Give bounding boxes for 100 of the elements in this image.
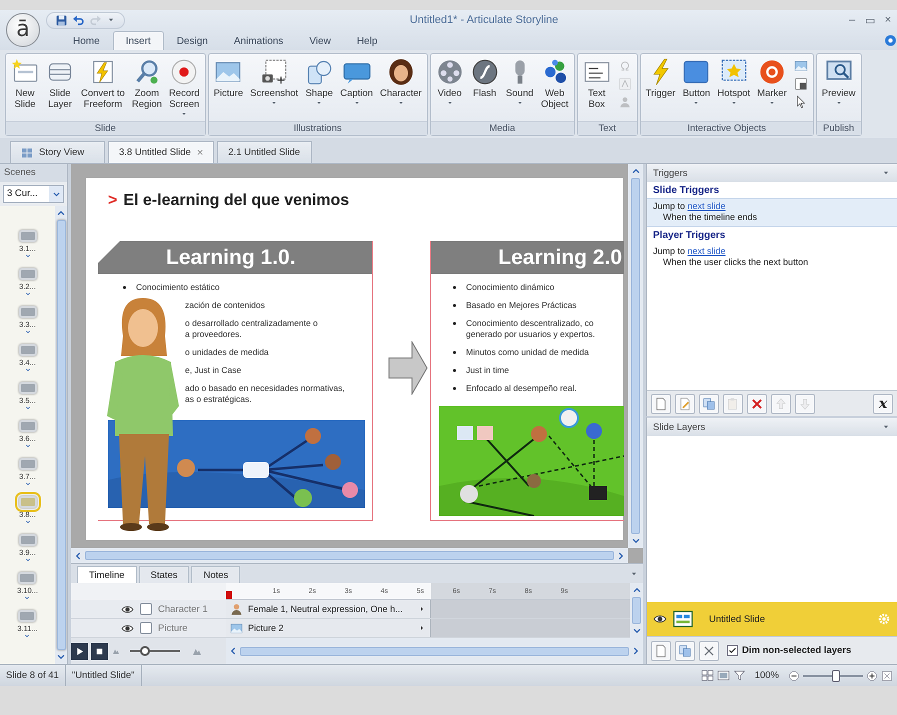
timeline-bar[interactable]: Female 1, Neutral expression, One h...	[226, 600, 431, 618]
scroll-up-icon	[630, 166, 640, 176]
timeline-bar[interactable]: Picture 2	[226, 619, 431, 637]
group-label: Publish	[816, 121, 861, 135]
ribbon-tab[interactable]: Help	[344, 31, 390, 50]
slide-thumbnail[interactable]	[18, 610, 36, 622]
trigger-item[interactable]: Jump to next slide When the user clicks the next button	[647, 243, 897, 272]
zoom-in-icon	[866, 670, 878, 682]
minimize-button[interactable]: –	[843, 14, 861, 26]
slide-thumbnail[interactable]	[18, 572, 36, 584]
section-heading: Player Triggers	[652, 229, 726, 243]
marker-button[interactable]: Marker	[754, 57, 790, 108]
arrow-down-icon	[798, 396, 812, 410]
screenshot-button[interactable]: Screenshot	[247, 57, 302, 108]
copy-button[interactable]	[675, 640, 695, 660]
shape-button[interactable]: Shape	[302, 57, 336, 108]
card-title: Learning 2.0	[431, 241, 624, 274]
trigger-link[interactable]: next slide	[688, 201, 726, 211]
scene-dropdown[interactable]: 3 Cur...	[3, 185, 64, 203]
button-button[interactable]: Button	[679, 57, 714, 108]
zoom-out-button[interactable]	[788, 670, 800, 682]
state-button[interactable]	[794, 77, 808, 91]
ribbon-tab[interactable]: Home	[60, 31, 113, 50]
scroll-right-icon	[616, 550, 626, 560]
flash-button[interactable]: Flash	[468, 57, 502, 100]
trigger-button[interactable]: Trigger	[642, 57, 678, 100]
bullet-item: zación de contenidos	[184, 300, 266, 311]
redo-icon	[89, 14, 102, 26]
panel-tab[interactable]: States	[138, 566, 190, 583]
hotspot-button[interactable]: Hotspot	[714, 57, 754, 108]
textbox-button[interactable]: Text Box	[580, 57, 614, 111]
picture-button[interactable]: Picture	[210, 57, 246, 100]
close-button[interactable]: ×	[879, 14, 897, 26]
document-tab[interactable]: Story View	[10, 141, 105, 163]
scrollbar[interactable]	[71, 548, 628, 563]
undo-button[interactable]	[72, 14, 85, 26]
convert-button[interactable]: Convert to Freeform	[78, 57, 128, 111]
delete-button[interactable]	[747, 394, 767, 414]
new-slide-button[interactable]: New Slide	[8, 57, 42, 111]
fit-button[interactable]	[881, 670, 893, 682]
scrollbar[interactable]	[630, 583, 643, 638]
preview-button[interactable]: Preview	[818, 57, 859, 108]
ribbon-tab[interactable]: Insert	[112, 31, 164, 50]
zoom-button[interactable]: Zoom Region	[128, 57, 165, 111]
zoom-in-button[interactable]	[866, 670, 878, 682]
new-button[interactable]	[651, 640, 671, 660]
slide-thumbnail[interactable]	[18, 382, 36, 394]
variables-button[interactable]: x	[873, 394, 893, 414]
slide-thumbnail[interactable]	[18, 268, 36, 280]
slide-thumbnail[interactable]	[18, 344, 36, 356]
trigger-condition: When the timeline ends	[662, 212, 758, 223]
caption-button[interactable]: Caption	[337, 57, 376, 108]
edit-button[interactable]	[675, 394, 695, 414]
panel-tab[interactable]: Notes	[191, 566, 240, 583]
ribbon-tab[interactable]: View	[296, 31, 344, 50]
scrollbar[interactable]	[226, 638, 643, 664]
slide-thumbnail[interactable]	[18, 230, 36, 242]
slide-view-icon	[716, 669, 730, 682]
trigger-item[interactable]: Jump to next slide When the timeline ends	[647, 198, 897, 227]
lock-checkbox[interactable]	[140, 603, 152, 615]
grid-view-button[interactable]	[700, 669, 714, 682]
slide-thumbnail[interactable]	[18, 420, 36, 432]
new-button[interactable]	[651, 394, 671, 414]
app-menu-button[interactable]: ā	[6, 13, 40, 47]
normal-view-button[interactable]	[716, 669, 730, 682]
delete-icon	[750, 396, 764, 410]
character-button[interactable]: Character	[376, 57, 425, 108]
trigger-link[interactable]: next slide	[688, 246, 726, 256]
grid-icon	[21, 146, 33, 158]
checkmark-icon	[728, 646, 737, 655]
shape-icon	[305, 58, 334, 86]
scrollbar[interactable]	[55, 206, 67, 664]
zoom-slider[interactable]	[130, 646, 180, 656]
document-tab[interactable]: 3.8 Untitled Slide ×	[108, 141, 214, 163]
scrollbar[interactable]	[628, 164, 643, 548]
slide-thumbnail[interactable]	[18, 458, 36, 470]
document-tab[interactable]: 2.1 Untitled Slide	[217, 141, 312, 163]
record-icon	[170, 58, 198, 86]
filter-button[interactable]	[732, 669, 746, 682]
stop-button[interactable]	[91, 642, 108, 660]
record-button[interactable]: Record Screen	[166, 57, 203, 119]
play-button[interactable]	[71, 642, 88, 660]
remove-button[interactable]	[699, 640, 719, 660]
copy-button[interactable]	[699, 394, 719, 414]
save-button[interactable]	[55, 14, 68, 26]
slide-thumbnail[interactable]	[18, 306, 36, 318]
panel-tab[interactable]: Timeline	[77, 566, 137, 583]
zoom-slider[interactable]	[803, 670, 863, 682]
ribbon-tab[interactable]: Animations	[220, 31, 296, 50]
slide-layer-button[interactable]: Slide Layer	[43, 57, 77, 111]
dim-layers-checkbox[interactable]: Dim non-selected layers	[727, 645, 852, 656]
web-button[interactable]: Web Object	[538, 57, 572, 111]
ribbon-tab[interactable]: Design	[164, 31, 221, 50]
layer-item[interactable]: Untitled Slide	[647, 602, 897, 636]
slide-thumbnail[interactable]	[18, 534, 36, 546]
lock-checkbox[interactable]	[140, 622, 152, 634]
video-button[interactable]: Video	[432, 57, 467, 108]
status-text: Slide 8 of 41	[0, 665, 66, 686]
maximize-button[interactable]: ▭	[861, 14, 879, 26]
sound-button[interactable]: Sound	[502, 57, 537, 108]
